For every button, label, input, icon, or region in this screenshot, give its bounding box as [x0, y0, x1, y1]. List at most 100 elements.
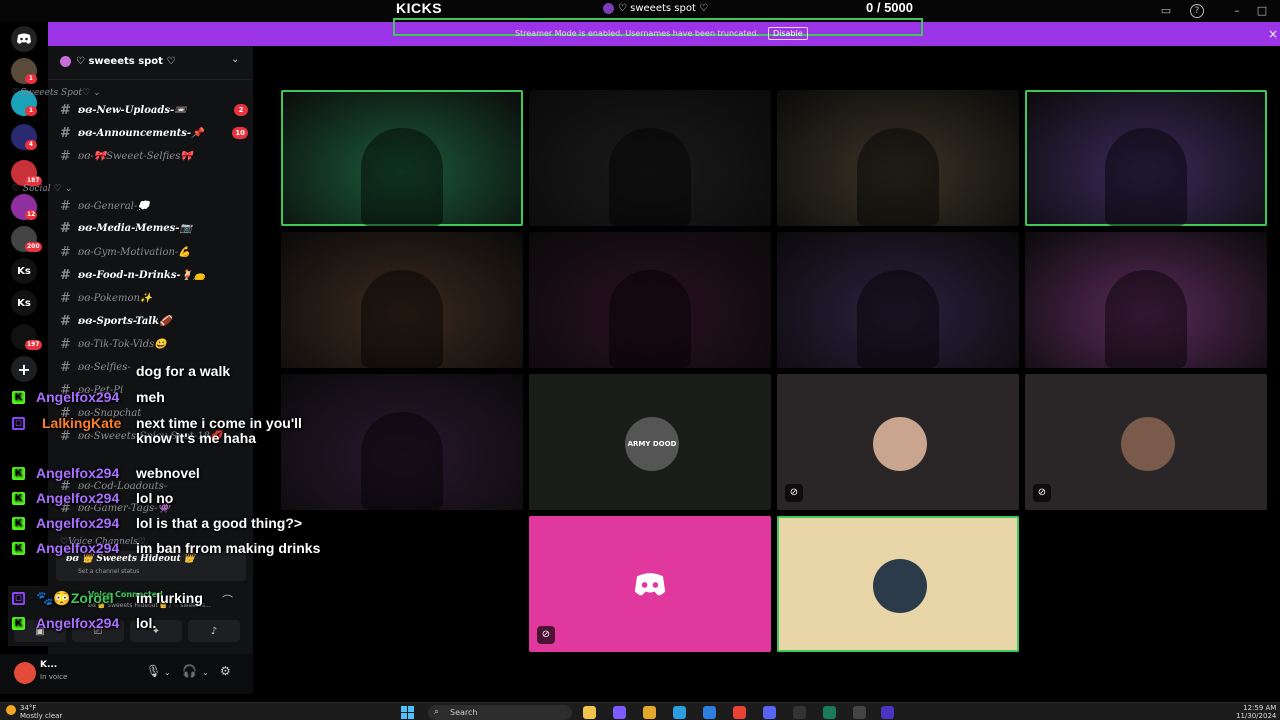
channel-item[interactable]: # ʚɞ-Sports-Talk🏈 [60, 311, 248, 331]
kick-icon: K [12, 517, 25, 530]
edge-icon[interactable] [673, 706, 686, 719]
avatar: ARMY DOOD [625, 417, 679, 471]
server-icon[interactable]: 200 [11, 226, 42, 252]
weather-widget[interactable]: 34°F Mostly clear [20, 704, 62, 720]
participant-video-tile[interactable] [281, 232, 523, 368]
server-label: Ks [17, 265, 31, 277]
chat-text: im lurking [136, 590, 203, 606]
participant-video-tile[interactable] [529, 90, 771, 226]
channel-name: ʚɞ-Media-Memes-📷 [78, 222, 192, 234]
chrome-icon[interactable] [733, 706, 746, 719]
participant-tile[interactable]: ⊘ [1025, 374, 1267, 510]
mention-badge: 4 [25, 140, 37, 150]
channel-item[interactable]: # ʚɞ-Announcements-📌 10 [60, 123, 248, 143]
category-social[interactable]: ♡ Social ♡ ⌄ [12, 184, 72, 194]
server-icon[interactable]: Ks [11, 258, 37, 284]
kick-icon: K [12, 617, 25, 630]
chat-text: dog for a walk [136, 363, 231, 379]
muted-mic-icon: ⊘ [537, 626, 555, 644]
amazon-music-icon[interactable] [881, 706, 894, 719]
date: 11/30/2024 [1236, 712, 1277, 720]
weather-temp: 34°F [20, 704, 37, 712]
copilot-icon[interactable] [613, 706, 626, 719]
taskbar-search[interactable]: ⌕ Search [428, 705, 572, 720]
mention-badge: 1 [25, 74, 37, 84]
participant-video-tile[interactable] [777, 90, 1019, 226]
maximize-icon[interactable]: □ [1255, 4, 1269, 18]
participant-video-tile[interactable] [281, 90, 523, 226]
channel-item[interactable]: # ʚɞ-Media-Memes-📷 [60, 218, 248, 238]
server-icon[interactable]: 12 [11, 194, 38, 220]
participant-video-tile[interactable] [529, 232, 771, 368]
inbox-icon[interactable]: ▭ [1159, 4, 1173, 18]
chevron-down-icon[interactable]: ⌄ [202, 668, 209, 677]
category-sweeets-spot[interactable]: ♡Sweeets Spot♡ ⌄ [12, 88, 100, 98]
hash-icon: # [60, 313, 71, 329]
participant-video-tile[interactable] [1025, 90, 1267, 226]
hash-icon: # [60, 220, 71, 236]
participant-video-tile[interactable] [777, 232, 1019, 368]
avatar [873, 417, 927, 471]
server-label: Ks [17, 297, 31, 309]
weather-desc: Mostly clear [20, 712, 63, 720]
file-explorer-icon[interactable] [583, 706, 596, 719]
help-icon[interactable]: ? [1190, 4, 1204, 18]
gear-icon[interactable]: ⚙ [220, 664, 231, 678]
store-icon[interactable] [703, 706, 716, 719]
terminal-icon[interactable] [793, 706, 806, 719]
hash-icon: # [60, 244, 71, 260]
discord-home-icon[interactable] [11, 26, 37, 52]
channel-item[interactable]: # ʚɞ-Tik-Tok-Vids😀 [60, 334, 248, 354]
chat-username: LalkingKate [42, 415, 122, 431]
channel-name: ʚɞ-General-💭 [78, 200, 150, 212]
headphones-icon[interactable]: 🎧 [182, 664, 197, 678]
chevron-down-icon[interactable]: ⌄ [164, 668, 171, 677]
windows-start-icon[interactable] [401, 706, 415, 719]
hash-icon: # [60, 102, 71, 118]
search-icon: ⌕ [434, 707, 440, 717]
channel-item[interactable]: # ʚɞ-Pokemon✨ [60, 288, 248, 308]
server-header[interactable]: ♡ sweeets spot ♡ ⌄ [48, 46, 253, 80]
minimize-icon[interactable]: – [1230, 4, 1244, 18]
app-icon[interactable] [823, 706, 836, 719]
weather-icon [6, 705, 16, 715]
close-icon[interactable]: × [1268, 27, 1278, 41]
time: 12:59 AM [1243, 704, 1277, 712]
participant-tile[interactable]: ⊘ [529, 516, 771, 652]
kick-icon: K [12, 492, 25, 505]
channel-name: ʚɞ-Gym-Motivation-💪 [78, 246, 191, 258]
disable-button[interactable]: Disable [768, 27, 808, 40]
chat-username: Angelfox294 [36, 540, 120, 556]
channel-item[interactable]: # ʚɞ-General-💭 [60, 196, 248, 216]
hash-icon: # [60, 290, 71, 306]
participant-tile[interactable] [777, 516, 1019, 652]
chat-text: im ban frrom making drinks [136, 540, 321, 556]
server-icon[interactable]: Ks [11, 290, 37, 316]
participant-video-tile[interactable] [1025, 232, 1267, 368]
mention-badge: 200 [25, 242, 42, 252]
chat-text: lol is that a good thing?> [136, 515, 303, 531]
server-icon[interactable]: 1 [11, 58, 37, 84]
channel-item[interactable]: # ʚɞ-New-Uploads-📼 2 [60, 100, 248, 120]
twitch-icon: ▢ [12, 592, 25, 605]
channel-item[interactable]: # ʚɞ-Food-n-Drinks-🍹👝 [60, 265, 248, 285]
server-icon[interactable]: 4 [11, 124, 37, 150]
discord-icon[interactable] [763, 706, 776, 719]
participant-tile[interactable]: ARMY DOOD [529, 374, 771, 510]
chat-text: lol. [136, 615, 157, 631]
obs-icon[interactable] [853, 706, 866, 719]
server-icon[interactable]: 197 [11, 324, 42, 350]
muted-mic-icon: ⊘ [785, 484, 803, 502]
participant-tile[interactable]: ⊘ [777, 374, 1019, 510]
unread-badge: 2 [234, 104, 248, 116]
folder-icon[interactable] [643, 706, 656, 719]
clock[interactable]: 12:59 AM 11/30/2024 [1236, 704, 1276, 720]
server-icon[interactable]: 187 [11, 160, 42, 186]
channel-item[interactable]: # ʚɞ-🎀Sweeet-Selfies🎀 [60, 146, 248, 166]
avatar[interactable] [14, 662, 36, 684]
microphone-icon[interactable]: 🎙 [146, 664, 161, 678]
kick-icon: K [12, 467, 25, 480]
mention-badge: 1 [25, 106, 37, 116]
channel-item[interactable]: # ʚɞ-Gym-Motivation-💪 [60, 242, 248, 262]
chevron-down-icon[interactable]: ⌄ [231, 54, 239, 65]
